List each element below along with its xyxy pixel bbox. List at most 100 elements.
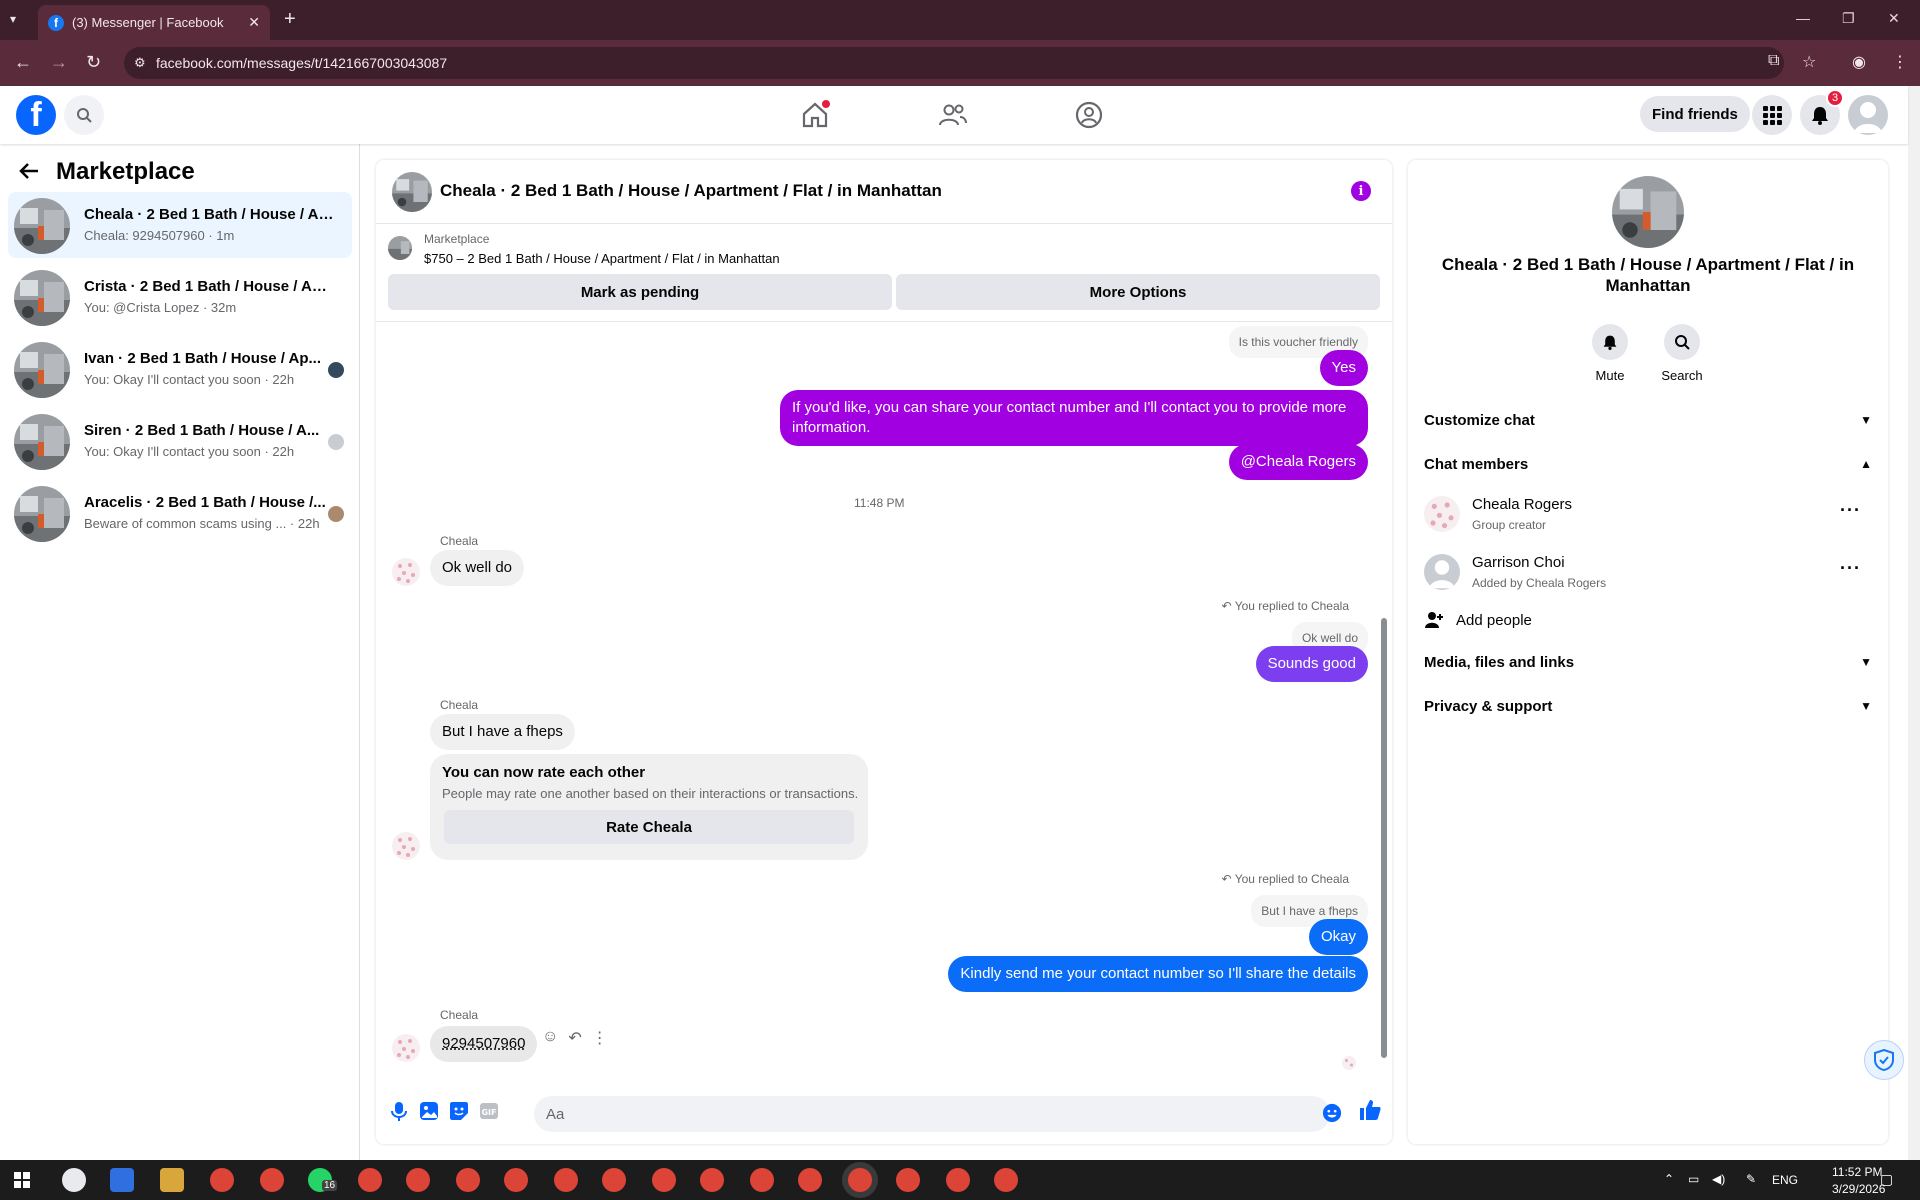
listing-price-title[interactable]: $750 – 2 Bed 1 Bath / House / Apartment … [424, 251, 780, 266]
notification-center-icon[interactable]: ▢ [1880, 1171, 1893, 1188]
like-icon[interactable] [1358, 1098, 1382, 1122]
volume-icon[interactable]: ◀) [1712, 1172, 1725, 1186]
chrome-icon[interactable] [750, 1168, 774, 1192]
chrome-icon[interactable] [652, 1168, 676, 1192]
chrome-icon[interactable] [554, 1168, 578, 1192]
conversation-item[interactable]: Siren · 2 Bed 1 Bath / House / A... You:… [8, 408, 352, 474]
new-tab-icon[interactable]: + [284, 8, 296, 31]
sticker-icon[interactable] [448, 1100, 470, 1122]
chrome-icon[interactable] [504, 1168, 528, 1192]
gif-icon[interactable]: GIF [478, 1100, 500, 1122]
browser-tab-messenger[interactable]: f (3) Messenger | Facebook ✕ [38, 5, 270, 40]
sender-avatar[interactable] [392, 1034, 420, 1062]
chrome-icon[interactable] [406, 1168, 430, 1192]
chrome-icon[interactable] [210, 1168, 234, 1192]
chrome-icon-active[interactable] [848, 1168, 872, 1192]
incoming-message[interactable]: But I have a fheps [430, 714, 575, 750]
find-friends-button[interactable]: Find friends [1640, 96, 1750, 132]
shield-icon[interactable] [1864, 1040, 1904, 1080]
chrome-icon[interactable] [260, 1168, 284, 1192]
account-avatar[interactable] [1848, 95, 1888, 135]
more-options-icon[interactable]: ··· [1840, 500, 1861, 521]
clock-date[interactable]: 3/29/2026 [1832, 1182, 1885, 1196]
more-options-button[interactable]: More Options [896, 274, 1380, 310]
language-indicator[interactable]: ENG [1772, 1173, 1798, 1187]
install-icon[interactable]: ⧉ [1768, 52, 1779, 70]
chrome-icon[interactable] [358, 1168, 382, 1192]
member-row[interactable]: Garrison Choi Added by Cheala Rogers ··· [1424, 546, 1872, 598]
sender-avatar[interactable] [392, 832, 420, 860]
app-icon[interactable] [160, 1168, 184, 1192]
chat-members-row[interactable]: Chat members ▲ [1424, 444, 1872, 484]
rate-cheala-button[interactable]: Rate Cheala [444, 810, 854, 844]
mark-as-pending-button[interactable]: Mark as pending [388, 274, 892, 310]
pen-icon[interactable]: ✎ [1746, 1172, 1756, 1186]
chrome-icon[interactable] [946, 1168, 970, 1192]
outgoing-message[interactable]: If you'd like, you can share your contac… [780, 390, 1368, 446]
chat-title[interactable]: Cheala · 2 Bed 1 Bath / House / Apartmen… [440, 181, 942, 201]
info-icon[interactable]: i [1351, 181, 1371, 201]
chrome-icon[interactable] [456, 1168, 480, 1192]
conversation-item[interactable]: Aracelis · 2 Bed 1 Bath / House /... Bew… [8, 480, 352, 546]
microphone-icon[interactable] [388, 1100, 410, 1122]
url-field[interactable]: ⚙ facebook.com/messages/t/14216670030430… [124, 47, 1784, 79]
search-conversation-button[interactable]: Search [1652, 324, 1712, 383]
chrome-icon[interactable] [700, 1168, 724, 1192]
sender-avatar[interactable] [392, 558, 420, 586]
scroll-thumb[interactable] [1381, 618, 1387, 1058]
site-settings-icon[interactable]: ⚙ [134, 55, 146, 71]
reload-icon[interactable]: ↻ [86, 52, 101, 73]
tab-search-icon[interactable]: ▾ [10, 12, 16, 26]
outgoing-message[interactable]: Okay [1308, 919, 1368, 955]
media-files-row[interactable]: Media, files and links ▼ [1424, 642, 1872, 682]
network-icon[interactable]: ▭ [1688, 1172, 1699, 1186]
browser-menu-icon[interactable]: ⋮ [1892, 52, 1908, 72]
outgoing-message[interactable]: Kindly send me your contact number so I'… [948, 956, 1368, 992]
message-input[interactable] [534, 1096, 1330, 1132]
menu-grid-button[interactable] [1752, 95, 1792, 135]
more-options-icon[interactable]: ··· [1840, 558, 1861, 579]
restore-icon[interactable]: ❐ [1842, 10, 1855, 27]
bookmark-star-icon[interactable]: ☆ [1802, 52, 1816, 72]
photo-icon[interactable] [418, 1100, 440, 1122]
tray-chevron-icon[interactable]: ⌃ [1664, 1172, 1674, 1186]
back-arrow-icon[interactable] [18, 160, 40, 182]
groups-icon[interactable] [1072, 98, 1106, 132]
chrome-icon[interactable] [602, 1168, 626, 1192]
incoming-message[interactable]: 9294507960 [430, 1026, 538, 1062]
friends-icon[interactable] [936, 98, 970, 132]
outgoing-message[interactable]: Sounds good [1255, 646, 1368, 682]
conversation-item[interactable]: Cheala · 2 Bed 1 Bath / House / Ap... Ch… [8, 192, 352, 258]
forward-icon[interactable]: → [50, 52, 68, 73]
app-icon[interactable] [110, 1168, 134, 1192]
conversation-item[interactable]: Crista · 2 Bed 1 Bath / House / Apa... Y… [8, 264, 352, 330]
mute-button[interactable]: Mute [1580, 324, 1640, 383]
more-icon[interactable]: ⋮ [592, 1028, 608, 1048]
chat-thumbnail[interactable] [392, 172, 432, 212]
back-icon[interactable]: ← [14, 52, 32, 73]
incoming-message[interactable]: Ok well do [430, 550, 525, 586]
facebook-logo-icon[interactable]: f [16, 95, 56, 135]
page-scrollbar[interactable] [1908, 86, 1920, 1160]
reply-icon[interactable]: ↶ [568, 1028, 581, 1048]
window-close-icon[interactable]: ✕ [1888, 10, 1900, 27]
chrome-icon[interactable] [798, 1168, 822, 1192]
app-icon[interactable] [62, 1168, 86, 1192]
minimize-icon[interactable]: — [1796, 10, 1810, 26]
outgoing-message[interactable]: Yes [1319, 350, 1368, 386]
tab-close-icon[interactable]: ✕ [248, 14, 260, 31]
conversation-item[interactable]: Ivan · 2 Bed 1 Bath / House / Ap... You:… [8, 336, 352, 402]
chrome-icon[interactable] [994, 1168, 1018, 1192]
chrome-icon[interactable] [896, 1168, 920, 1192]
facebook-search-button[interactable] [64, 95, 104, 135]
clock-time[interactable]: 11:52 PM [1832, 1165, 1882, 1179]
outgoing-message[interactable]: @Cheala Rogers [1228, 444, 1368, 480]
react-icon[interactable]: ☺ [542, 1028, 558, 1048]
profile-icon[interactable]: ◉ [1852, 52, 1866, 72]
customize-chat-row[interactable]: Customize chat ▼ [1424, 400, 1872, 440]
message-list[interactable]: Is this voucher friendly Yes If you'd li… [376, 322, 1392, 1076]
privacy-support-row[interactable]: Privacy & support ▼ [1424, 686, 1872, 726]
member-row[interactable]: Cheala Rogers Group creator ··· [1424, 488, 1872, 540]
emoji-icon[interactable] [1322, 1103, 1342, 1123]
add-people-button[interactable]: Add people [1424, 604, 1532, 636]
